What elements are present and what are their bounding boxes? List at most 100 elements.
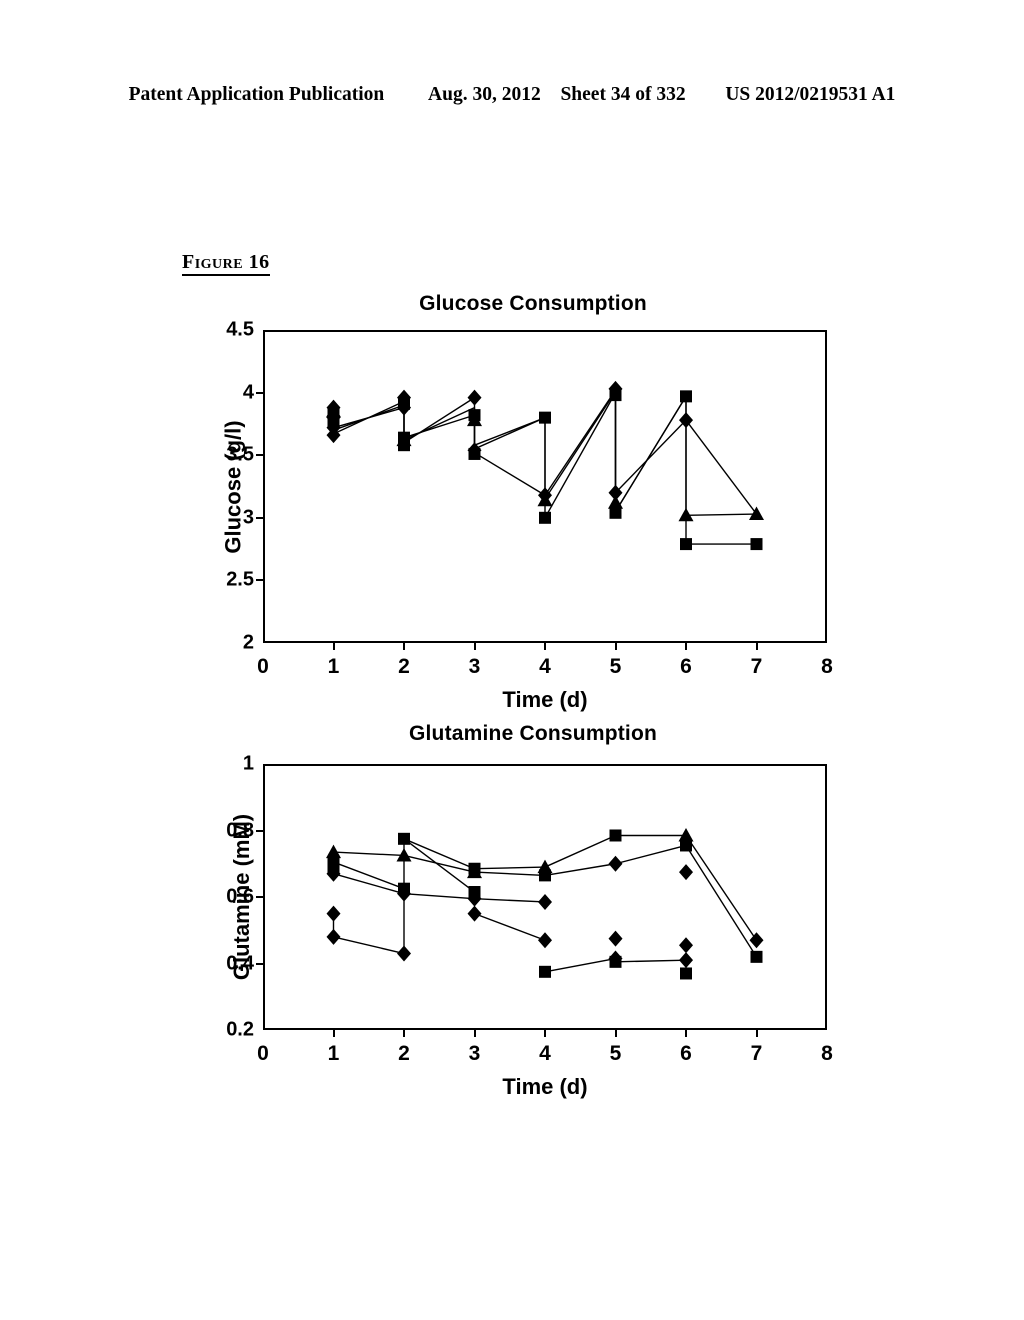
x-tick-label: 6 [680, 655, 692, 678]
series-line [544, 389, 617, 496]
x-tick-label: 1 [327, 655, 340, 678]
marker-square [609, 955, 622, 968]
y-tick-label: 3 [242, 506, 254, 529]
marker-square [398, 397, 410, 410]
x-tick-mark [544, 1030, 546, 1037]
header-date: Aug. 30, 2012 [428, 84, 541, 105]
x-axis-title-glutamine: Time (d) [502, 1074, 588, 1099]
x-tick-mark [685, 1030, 687, 1037]
marker-square [539, 965, 551, 978]
y-tick-label: 3.5 [226, 443, 254, 466]
x-tick-mark [755, 1030, 758, 1037]
marker-diamond [397, 945, 411, 962]
header-patent-number: US 2012/0219531 A1 [725, 84, 896, 105]
marker-square [539, 869, 551, 882]
x-tick-mark [473, 1030, 476, 1037]
y-tick-mark [256, 391, 263, 394]
series-line [544, 834, 616, 868]
marker-square [680, 967, 692, 980]
chart-title-glutamine: Glutamine Consumption [408, 722, 658, 745]
series-line [333, 861, 405, 890]
x-axis-title-glucose: Time (d) [502, 687, 588, 712]
plot-area-glutamine: Glutamine (mM) Time (d) 0.2 0.4 0.6 0.8 1 0 1 2… [226, 753, 833, 1100]
marker-square [750, 950, 763, 963]
y-tick-label: 2 [242, 631, 254, 654]
x-tick-label: 3 [468, 655, 481, 678]
x-tick-mark [403, 1030, 405, 1037]
marker-diamond [608, 930, 623, 947]
x-tick-mark [473, 643, 476, 650]
marker-triangle [678, 827, 694, 842]
series-line [474, 897, 546, 903]
marker-square [327, 416, 340, 429]
marker-triangle [326, 844, 341, 859]
marker-square [539, 411, 551, 424]
x-tick-label: 2 [398, 655, 410, 678]
data-point-markers [326, 827, 764, 980]
series-line [614, 395, 687, 512]
y-tick-mark [256, 516, 263, 519]
marker-diamond [467, 905, 482, 922]
series-line [403, 406, 475, 441]
y-tick-mark [256, 454, 263, 457]
y-tick-mark [256, 962, 263, 965]
x-tick-mark [614, 643, 617, 650]
marker-square [680, 538, 692, 551]
y-tick-mark [256, 829, 263, 832]
series-line [685, 513, 757, 516]
marker-square [398, 832, 410, 845]
series-line [333, 936, 405, 955]
marker-diamond [749, 932, 764, 949]
marker-square [468, 447, 481, 460]
x-tick-label: 0 [257, 1042, 269, 1065]
marker-diamond [679, 937, 693, 954]
series-line [685, 419, 758, 515]
series-line [474, 871, 546, 877]
marker-square [609, 829, 622, 842]
x-tick-mark [403, 643, 405, 650]
x-tick-mark [614, 1030, 617, 1037]
y-tick-mark [256, 896, 263, 898]
series-line [474, 866, 546, 870]
plot-svg-glutamine [326, 827, 764, 980]
x-tick-label: 3 [468, 1042, 481, 1065]
plot-area-glucose: Glucose (g/l) Time (d) 2 2.5 3 3.5 4 4.5 0 1 2 3 4… [221, 319, 833, 713]
marker-diamond [326, 905, 341, 922]
series-line [544, 863, 616, 877]
y-axis-title-glucose: Glucose (g/l) [220, 419, 246, 554]
x-tick-mark [544, 643, 546, 650]
x-tick-label: 6 [680, 1042, 692, 1065]
chart-glutamine-consumption: Glutamine Consumption Glutamine (mM) Tim… [0, 722, 1024, 1122]
marker-diamond [608, 855, 623, 872]
marker-diamond [467, 389, 482, 406]
series-line [685, 835, 758, 941]
marker-square [539, 511, 551, 524]
patent-page: Patent Application Publication Aug. 30, … [0, 0, 1024, 1320]
x-tick-label: 2 [398, 1042, 410, 1065]
x-tick-label: 5 [609, 1042, 622, 1065]
y-tick-label: 2.5 [226, 568, 254, 591]
marker-square [680, 390, 692, 403]
y-tick-label: 4 [242, 381, 254, 404]
marker-square [609, 389, 622, 402]
marker-diamond [538, 932, 552, 949]
series-line [403, 892, 475, 900]
series-line [615, 844, 687, 865]
chart-glucose-consumption: Glucose Consumption Glucose (g/l) Time (… [0, 292, 1024, 713]
marker-square [609, 506, 622, 519]
x-tick-mark [755, 643, 758, 650]
chart-title-glucose: Glucose Consumption [419, 292, 647, 315]
x-tick-label: 8 [821, 655, 833, 678]
marker-diamond [538, 893, 552, 910]
series-line [685, 845, 758, 958]
y-tick-label: 4.5 [226, 318, 254, 341]
series-line [614, 419, 687, 494]
page-header: Patent Application Publication Aug. 30, … [0, 84, 1024, 106]
series-line [474, 452, 546, 496]
x-tick-label: 7 [750, 655, 763, 678]
y-tick-label: 0.4 [226, 952, 254, 974]
plot-svg-glucose [326, 380, 764, 551]
y-tick-mark [256, 579, 263, 582]
marker-triangle [749, 506, 764, 521]
y-tick-label: 0.8 [226, 819, 254, 841]
